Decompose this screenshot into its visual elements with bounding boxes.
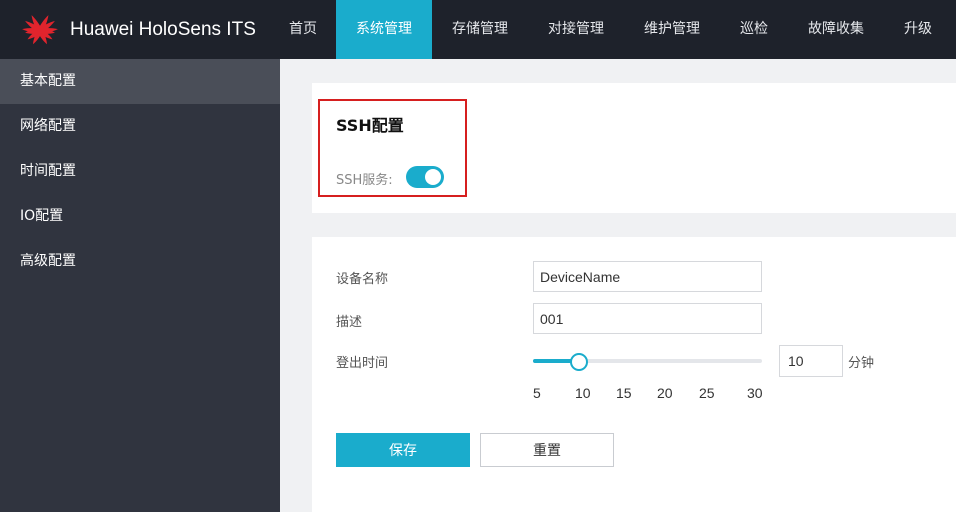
description-label: 描述 (336, 315, 363, 330)
device-name-label: 设备名称 (336, 272, 389, 287)
description-input[interactable] (533, 303, 762, 334)
nav-maintenance-management[interactable]: 维护管理 (624, 0, 720, 59)
nav-upgrade[interactable]: 升级 (884, 0, 952, 59)
slider-tick: 25 (699, 385, 715, 401)
device-name-input[interactable] (533, 261, 762, 292)
slider-tick: 5 (533, 385, 541, 401)
slider-tick: 30 (747, 385, 763, 401)
sidebar-item-io-config[interactable]: IO配置 (0, 194, 280, 239)
nav-storage-management[interactable]: 存储管理 (432, 0, 528, 59)
logout-time-input[interactable] (779, 345, 843, 377)
save-button[interactable]: 保存 (336, 433, 470, 467)
slider-tick: 10 (575, 385, 591, 401)
nav-home[interactable]: 首页 (272, 0, 334, 59)
logout-time-slider[interactable] (533, 352, 762, 371)
slider-thumb[interactable] (570, 353, 588, 371)
logout-time-unit: 分钟 (848, 356, 875, 371)
sidebar: 基本配置 网络配置 时间配置 IO配置 高级配置 (0, 59, 280, 512)
logout-time-label: 登出时间 (336, 356, 389, 371)
sidebar-item-advanced-config[interactable]: 高级配置 (0, 239, 280, 284)
brand-title: Huawei HoloSens ITS (70, 19, 256, 40)
ssh-service-toggle[interactable] (406, 166, 444, 188)
sidebar-item-time-config[interactable]: 时间配置 (0, 149, 280, 194)
nav-system-management[interactable]: 系统管理 (336, 0, 432, 59)
slider-tick: 15 (616, 385, 632, 401)
nav-fault-collection[interactable]: 故障收集 (788, 0, 884, 59)
ssh-config-title: SSH配置 (336, 116, 404, 135)
toggle-knob (425, 169, 441, 185)
top-bar: Huawei HoloSens ITS 首页 系统管理 存储管理 对接管理 维护… (0, 0, 956, 59)
slider-tick: 20 (657, 385, 673, 401)
sidebar-item-network-config[interactable]: 网络配置 (0, 104, 280, 149)
sidebar-item-basic-config[interactable]: 基本配置 (0, 59, 280, 104)
nav-inspection[interactable]: 巡检 (720, 0, 788, 59)
reset-button[interactable]: 重置 (480, 433, 614, 467)
huawei-logo-icon (22, 15, 58, 45)
ssh-service-label: SSH服务: (336, 173, 393, 188)
nav-integration-management[interactable]: 对接管理 (528, 0, 624, 59)
